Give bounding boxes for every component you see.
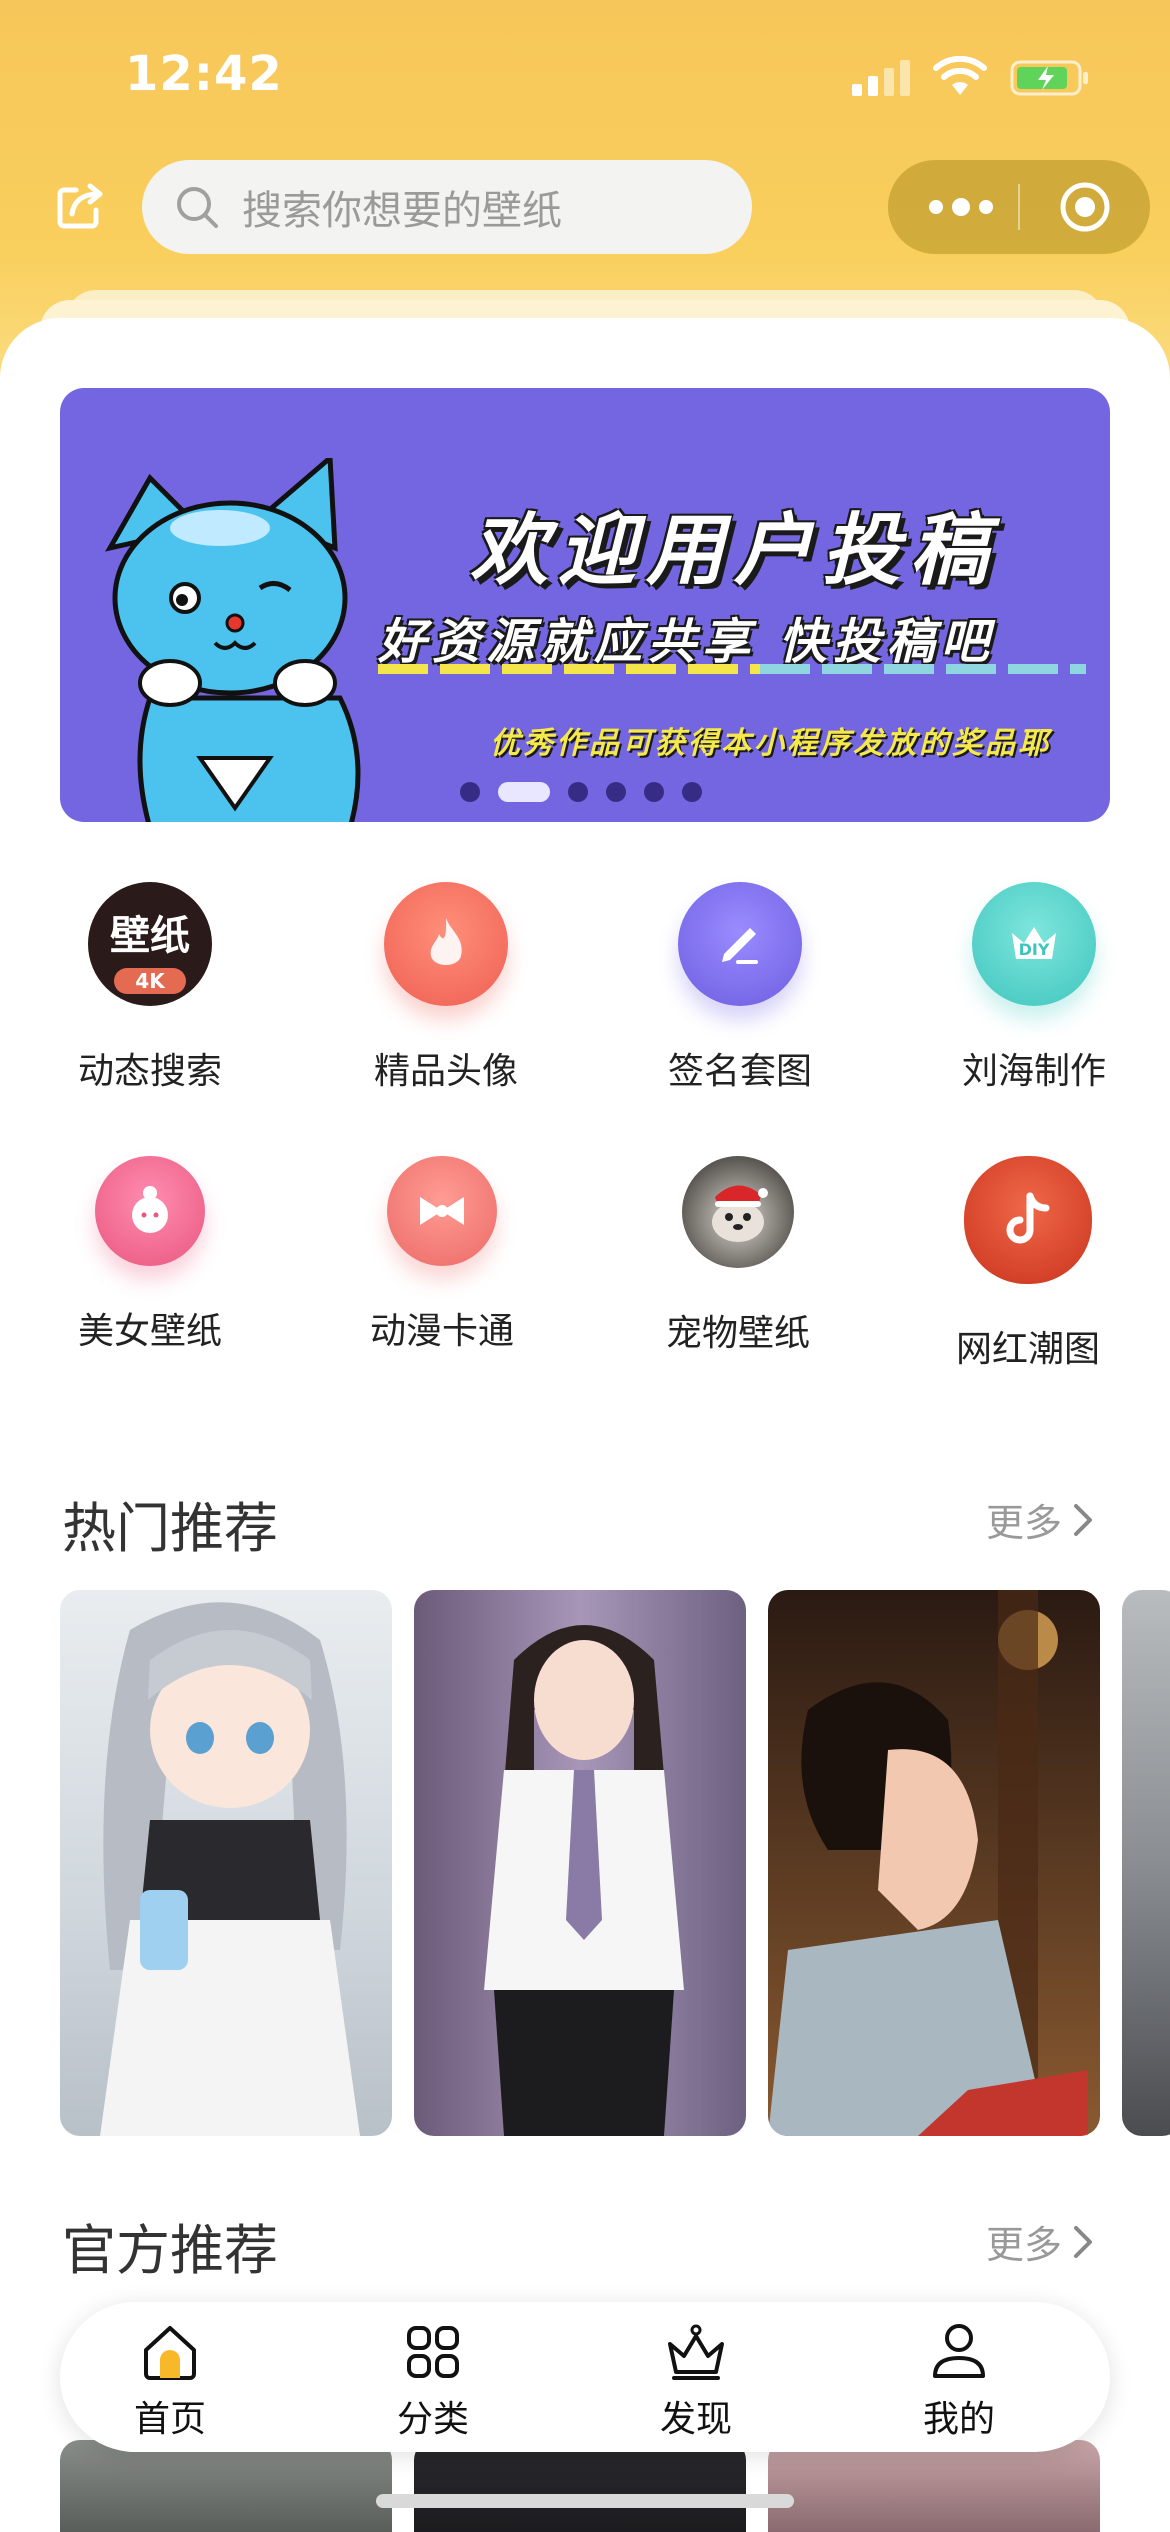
grid-icon [407,2326,459,2378]
category-label: 美女壁纸 [77,1311,222,1352]
school-uniform-girl-image [484,1625,684,2136]
category-item[interactable]: 签名套图 [620,882,860,1094]
category-label: 刘海制作 [961,1051,1106,1092]
hot-more-link[interactable]: 更多 [986,1492,1094,1547]
battery-icon [1010,60,1088,96]
category-label: 宠物壁纸 [665,1313,810,1354]
category-item[interactable]: 壁纸 4K 动态搜索 [30,882,270,1094]
ancient-costume-image [768,1590,1088,2136]
tab-label: 发现 [659,2399,732,2440]
category-item[interactable]: 美女壁纸 [30,1156,270,1354]
4k-badge: 4K [114,968,186,994]
tiktok-icon [964,1156,1092,1284]
tab-profile[interactable]: 我的 [879,2320,1039,2442]
pen-icon [678,882,802,1006]
category-label: 精品头像 [373,1051,518,1092]
official-section-title: 官方推荐 [62,2219,278,2282]
chevron-right-icon [1074,2225,1093,2258]
category-item[interactable]: 精品头像 [326,882,566,1094]
more-options-icon[interactable] [926,190,996,224]
bow-icon [387,1156,497,1266]
more-label: 更多 [986,1501,1063,1545]
home-icon [144,2326,196,2380]
tab-label: 分类 [396,2399,469,2440]
wallpaper-4k-icon: 壁纸 4K [88,882,212,1006]
banner-stripe [760,664,1086,674]
official-wallpaper-card[interactable] [768,2440,1100,2532]
banner-note: 优秀作品可获得本小程序发放的奖品耶 [490,726,1051,761]
hot-wallpaper-card[interactable] [414,1590,746,2136]
home-indicator [376,2494,794,2508]
anime-girl-image [100,1602,360,2136]
hot-wallpaper-card[interactable] [768,1590,1100,2136]
chevron-right-icon [1074,1503,1093,1536]
official-wallpaper-card[interactable] [60,2440,392,2532]
hot-section-title: 热门推荐 [62,1497,278,1560]
category-item[interactable]: DIY 刘海制作 [914,882,1154,1094]
category-item[interactable]: 宠物壁纸 [618,1156,858,1356]
category-item[interactable]: 动漫卡通 [322,1156,562,1354]
search-icon [177,187,218,228]
close-mini-program-icon[interactable] [1058,180,1112,234]
category-label: 动态搜索 [77,1051,222,1092]
mini-program-capsule [888,160,1150,254]
carousel-dot[interactable] [606,782,626,802]
user-icon [933,2324,985,2378]
bottom-tab-bar: 首页 分类 发现 我的 [60,2302,1110,2452]
category-item[interactable]: 网红潮图 [908,1156,1148,1372]
banner-subtitle: 好资源就应共享 快投稿吧 [378,614,995,670]
carousel-dot[interactable] [682,782,702,802]
category-label: 动漫卡通 [369,1311,514,1352]
search-placeholder: 搜索你想要的壁纸 [242,188,562,234]
banner-carousel[interactable]: 欢迎用户投稿 好资源就应共享 快投稿吧 优秀作品可获得本小程序发放的奖品耶 [60,388,1110,822]
share-icon[interactable] [56,180,106,230]
carousel-dot[interactable] [460,782,480,802]
hot-wallpaper-card[interactable] [1122,1590,1170,2136]
crown-icon [668,2324,724,2380]
carousel-dot[interactable] [498,782,550,802]
official-more-link[interactable]: 更多 [986,2214,1094,2269]
carousel-dot[interactable] [644,782,664,802]
status-time: 12:42 [125,46,283,102]
tab-category[interactable]: 分类 [353,2320,513,2442]
girl-face-icon [95,1156,205,1266]
wifi-icon [933,55,987,95]
pet-dog-icon [682,1156,794,1268]
more-label: 更多 [986,2223,1063,2267]
tab-label: 我的 [922,2399,995,2440]
wallpaper-icon-text: 壁纸 [110,913,190,959]
hot-wallpaper-card[interactable] [60,1590,392,2136]
capsule-divider [1018,184,1020,230]
search-input[interactable]: 搜索你想要的壁纸 [142,160,752,254]
tab-home[interactable]: 首页 [90,2320,250,2442]
crown-diy-icon: DIY [972,882,1096,1006]
tab-label: 首页 [133,2399,206,2440]
carousel-indicator [460,782,702,802]
tab-discover[interactable]: 发现 [616,2320,776,2442]
diy-text: DIY [1018,940,1050,959]
category-label: 签名套图 [667,1051,812,1092]
signal-icon [852,60,910,96]
category-label: 网红潮图 [955,1329,1100,1370]
official-wallpaper-card[interactable] [414,2440,746,2532]
banner-title: 欢迎用户投稿 [470,506,999,596]
status-bar: 12:42 [0,0,1170,150]
flame-icon [384,882,508,1006]
carousel-dot[interactable] [568,782,588,802]
